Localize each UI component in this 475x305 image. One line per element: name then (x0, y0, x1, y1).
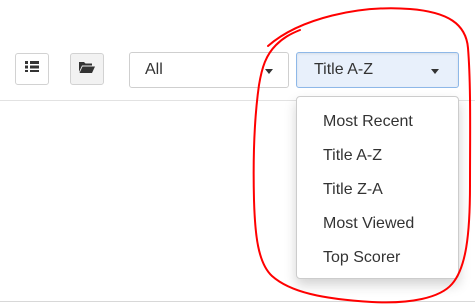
sort-option-most-viewed[interactable]: Most Viewed (297, 207, 458, 241)
sort-dropdown-menu: Most Recent Title A-Z Title Z-A Most Vie… (296, 96, 459, 279)
divider (0, 301, 475, 302)
chevron-down-icon (431, 69, 439, 74)
list-view-button[interactable] (15, 53, 49, 85)
chevron-down-icon (265, 69, 273, 74)
folder-open-icon (78, 60, 96, 79)
sort-select-value: Title A-Z (314, 61, 373, 78)
list-icon (24, 60, 40, 78)
sort-select[interactable]: Title A-Z (296, 52, 459, 88)
screenshot-stage: All Title A-Z Most Recent Title A-Z Titl… (0, 0, 475, 305)
filter-select[interactable]: All (129, 52, 289, 88)
sort-option-title-z-a[interactable]: Title Z-A (297, 173, 458, 207)
sort-option-top-scorer[interactable]: Top Scorer (297, 241, 458, 275)
filter-select-value: All (145, 61, 163, 78)
sort-option-title-a-z[interactable]: Title A-Z (297, 139, 458, 173)
folder-view-button[interactable] (70, 53, 104, 85)
sort-option-most-recent[interactable]: Most Recent (297, 105, 458, 139)
